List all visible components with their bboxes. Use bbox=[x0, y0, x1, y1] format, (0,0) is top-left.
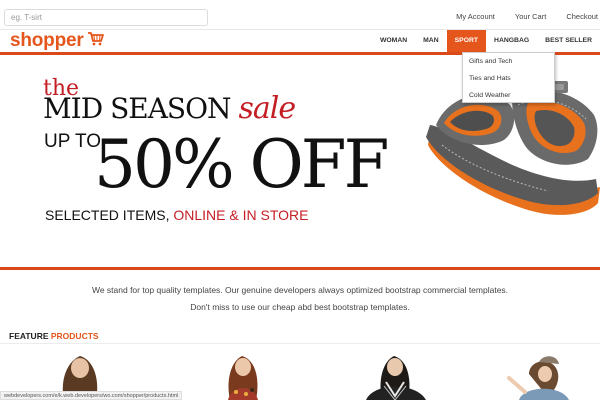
feature-accent: PRODUCTS bbox=[50, 331, 99, 341]
feature-prefix: FEATURE bbox=[9, 331, 51, 341]
hero-selected-items: SELECTED ITEMS, ONLINE & IN STORE bbox=[45, 207, 308, 223]
your-cart-link[interactable]: Your Cart bbox=[515, 12, 546, 21]
nav-man[interactable]: MAN bbox=[415, 30, 446, 52]
my-account-link[interactable]: My Account bbox=[456, 12, 495, 21]
tagline-line-1: We stand for top quality templates. Our … bbox=[91, 285, 509, 295]
hero-online-store: ONLINE & IN STORE bbox=[173, 207, 309, 223]
search-input[interactable] bbox=[4, 9, 208, 26]
cart-icon bbox=[87, 30, 104, 52]
dropdown-item-ties-and-hats[interactable]: Ties and Hats bbox=[463, 70, 554, 87]
product-image-2[interactable] bbox=[218, 352, 268, 400]
checkout-link[interactable]: Checkout bbox=[566, 12, 598, 21]
dropdown-item-cold-weather[interactable]: Cold Weather bbox=[463, 87, 554, 104]
product-image-4[interactable] bbox=[505, 352, 575, 400]
nav-best-seller[interactable]: BEST SELLER bbox=[537, 30, 600, 52]
top-bar: My Account Your Cart Checkout bbox=[0, 0, 600, 30]
sport-dropdown-menu: Gifts and Tech Ties and Hats Cold Weathe… bbox=[462, 52, 555, 103]
feature-products-heading: FEATURE PRODUCTS bbox=[9, 331, 99, 341]
hero-selected-text: SELECTED ITEMS, bbox=[45, 207, 174, 223]
nav-hangbag[interactable]: HANGBAG bbox=[486, 30, 537, 52]
logo[interactable]: shopper bbox=[10, 30, 104, 52]
status-bar-url: webdevelopers.com/e/k.web.developers/wo.… bbox=[0, 391, 183, 400]
nav-woman[interactable]: WOMAN bbox=[372, 30, 415, 52]
hero-percent-off: 50% OFF bbox=[94, 126, 389, 203]
tagline-line-2: Don't miss to use our cheap abd best boo… bbox=[190, 302, 410, 312]
hero-divider bbox=[0, 267, 600, 270]
dropdown-item-gifts-and-tech[interactable]: Gifts and Tech bbox=[463, 53, 554, 70]
site-header: shopper WOMAN MAN SPORT HANGBAG BEST SEL… bbox=[0, 30, 600, 52]
hero-mid-season: MID SEASON sale bbox=[43, 91, 296, 126]
hero-mid-season-text: MID SEASON bbox=[43, 92, 232, 125]
tagline: We stand for top quality templates. Our … bbox=[0, 282, 600, 316]
feature-divider bbox=[0, 343, 600, 344]
product-image-3[interactable] bbox=[360, 352, 430, 400]
nav-sport[interactable]: SPORT bbox=[446, 30, 487, 52]
logo-text: shopper bbox=[10, 30, 84, 51]
account-links: My Account Your Cart Checkout bbox=[456, 12, 598, 21]
hero-sale: sale bbox=[238, 91, 296, 126]
main-nav: WOMAN MAN SPORT HANGBAG BEST SELLER bbox=[372, 30, 600, 52]
